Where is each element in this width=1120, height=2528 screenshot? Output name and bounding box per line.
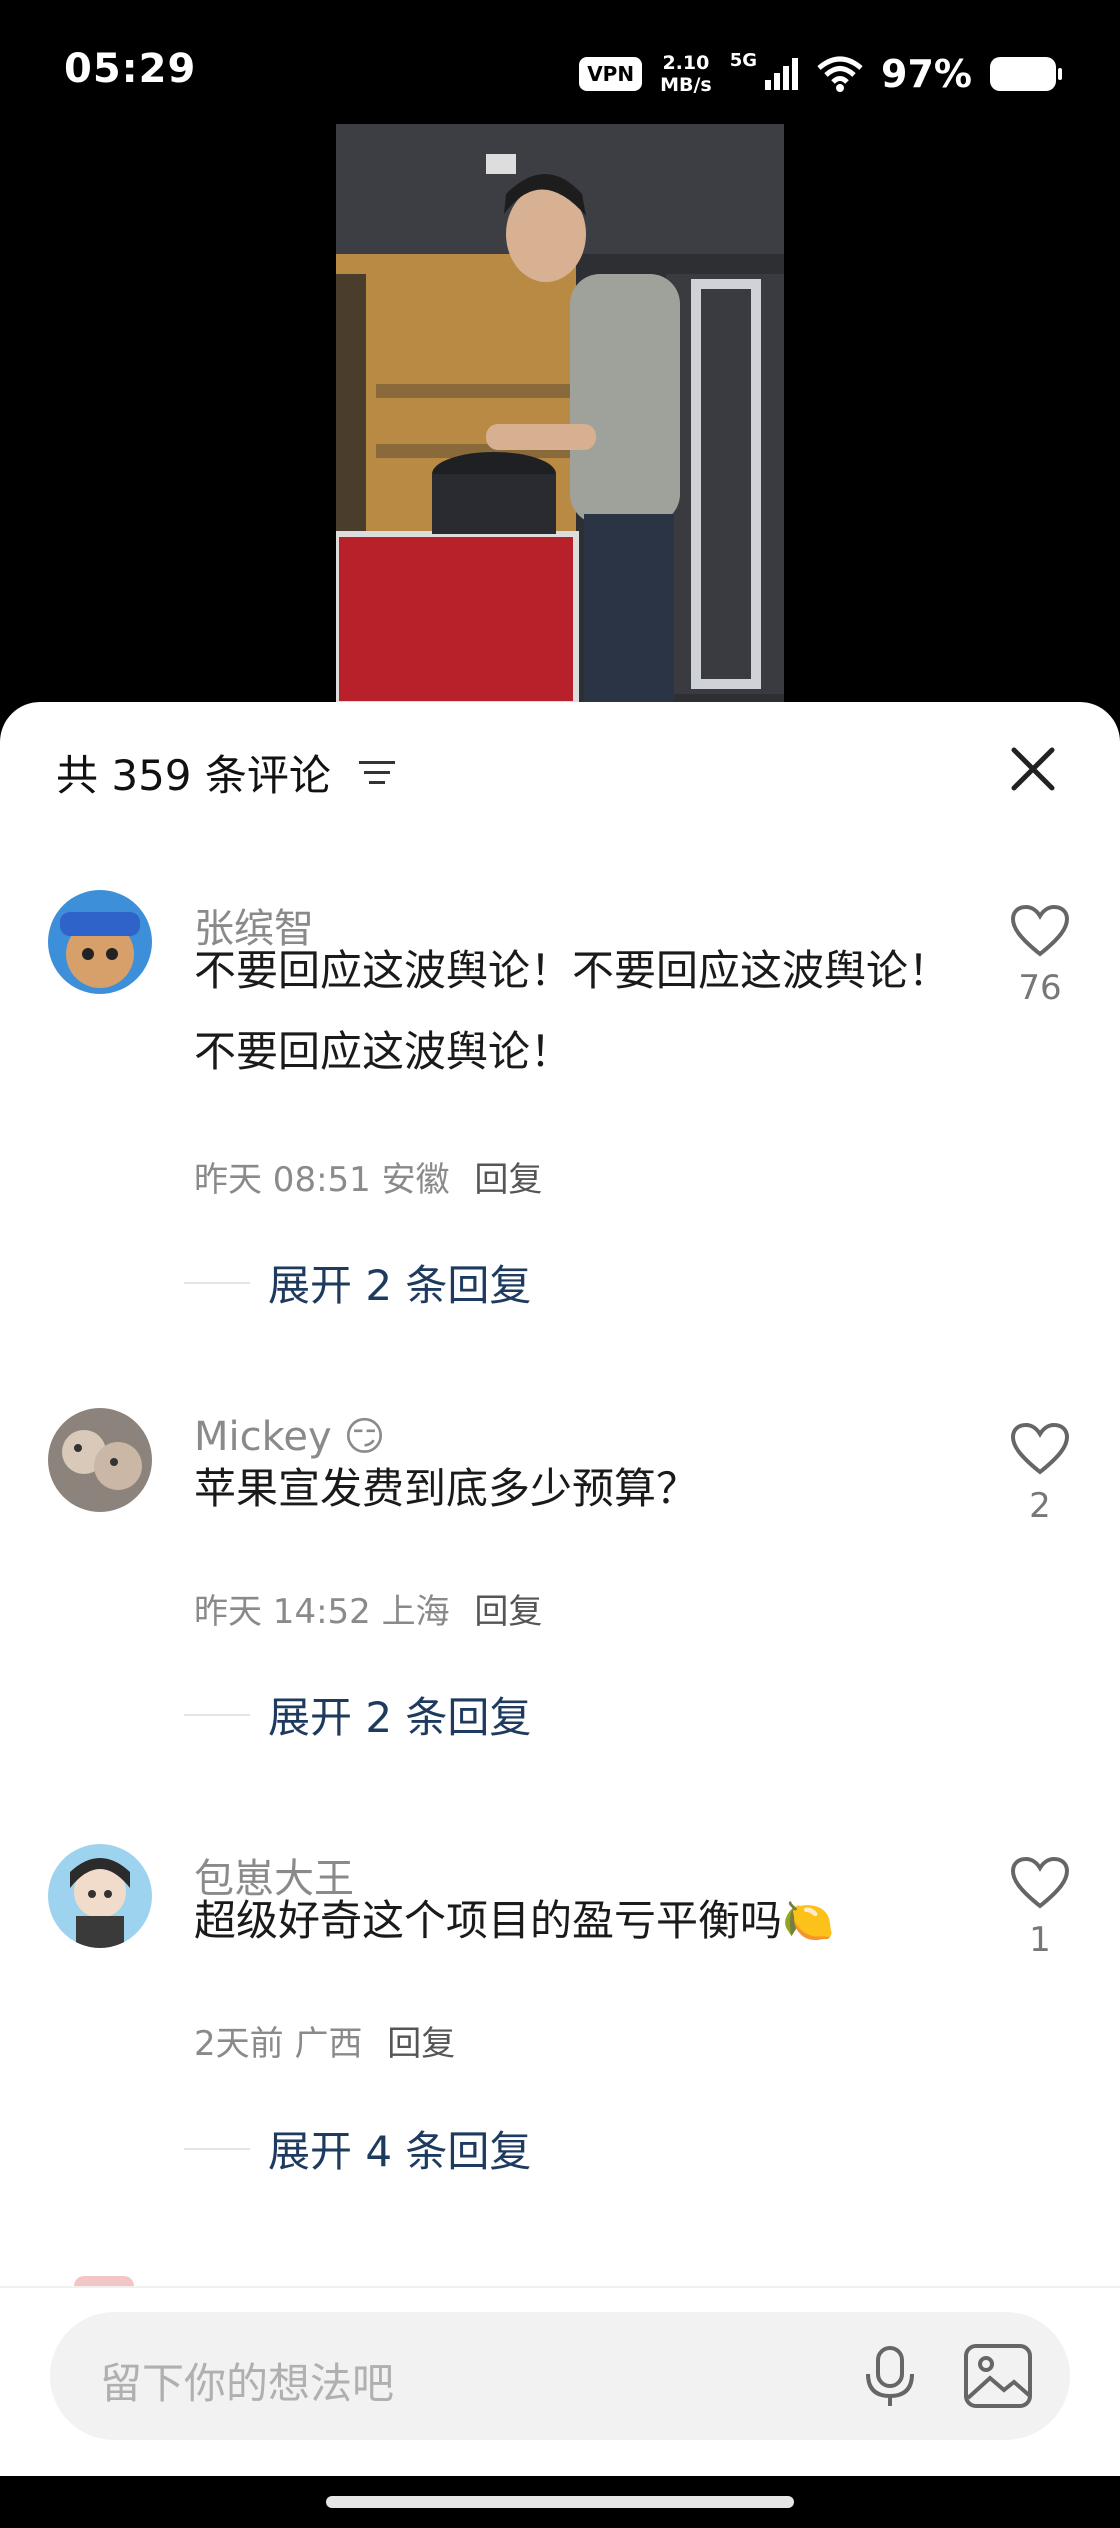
avatar[interactable] [48,1844,152,1948]
comment-location: 上海 [381,1592,450,1632]
comment-time: 昨天 14:52 [194,1592,371,1632]
comment-time: 昨天 08:51 [194,1160,371,1200]
lemon-emoji-icon: 🍋 [782,1896,835,1945]
comment-input-placeholder: 留下你的想法吧 [100,2359,395,2408]
home-indicator[interactable] [326,2496,794,2508]
wifi-icon [817,56,863,92]
expand-replies-button[interactable]: 展开 4 条回复 [184,2118,531,2179]
comment-meta: 昨天 08:51 安徽 回复 [194,1152,542,1201]
expand-replies-label: 展开 2 条回复 [268,1693,532,1742]
network-type: 5G [729,49,758,71]
expand-replies-label: 展开 4 条回复 [268,2127,532,2176]
comment-text: 苹果宣发费到底多少预算？ [194,1464,699,1513]
comment-input[interactable]: 留下你的想法吧 [50,2312,1070,2440]
divider-line [184,2147,250,2150]
like-count: 2 [1029,1486,1051,1526]
like-count: 1 [1029,1920,1051,1960]
battery-icon [990,57,1062,91]
status-time: 05:29 [64,46,197,92]
avatar[interactable] [48,1408,152,1512]
comment-text: 超级好奇这个项目的盈亏平衡吗🍋 [194,1880,954,1961]
microphone-icon[interactable] [856,2342,924,2410]
expand-replies-label: 展开 2 条回复 [268,1261,532,1310]
vpn-badge: VPN [579,57,643,91]
video-frame-image [336,124,784,704]
like-button[interactable]: 2 [1004,1422,1076,1526]
heart-icon [1010,1422,1070,1475]
filter-icon[interactable] [357,753,397,793]
next-comment-avatar [74,2276,134,2286]
comment-text-body: 超级好奇这个项目的盈亏平衡吗 [194,1896,783,1945]
video-player[interactable] [336,124,784,704]
status-bar: 05:29 VPN 2.10 MB/s 5G 97% [0,0,1120,120]
like-count: 76 [1018,968,1062,1008]
signal-icon [765,58,799,90]
divider-line [184,1281,250,1284]
comment-location: 广西 [294,2024,363,2064]
expand-replies-button[interactable]: 展开 2 条回复 [184,1252,531,1313]
navigation-bar [0,2476,1120,2528]
reply-button[interactable]: 回复 [387,2024,455,2064]
status-icons: VPN 2.10 MB/s 5G 97% [579,48,1062,100]
comment-text: 不要回应这波舆论！不要回应这波舆论！不要回应这波舆论！ [194,946,951,1076]
image-icon[interactable] [962,2342,1034,2410]
comments-header: 共 359 条评论 [56,742,397,803]
speed-value: 2.10 [662,52,710,74]
heart-icon [1010,1856,1070,1909]
heart-icon [1010,904,1070,957]
speed-unit: MB/s [660,74,712,96]
comment-time: 2天前 [194,2024,284,2064]
close-icon[interactable] [1006,742,1060,796]
network-speed: 2.10 MB/s [660,52,712,96]
comments-sheet: 共 359 条评论 张缤智 不要回应这波舆论！不要回应这波舆论！不要回应这波舆论… [0,702,1120,2528]
battery-percent: 97% [881,52,972,96]
like-button[interactable]: 76 [1004,904,1076,1008]
expand-replies-button[interactable]: 展开 2 条回复 [184,1684,531,1745]
avatar[interactable] [48,890,152,994]
comment-meta: 昨天 14:52 上海 回复 [194,1584,542,1633]
reply-button[interactable]: 回复 [474,1592,542,1632]
reply-button[interactable]: 回复 [474,1160,542,1200]
divider-line [184,1713,250,1716]
like-button[interactable]: 1 [1004,1856,1076,1960]
comment-meta: 2天前 广西 回复 [194,2016,455,2065]
comment-location: 安徽 [381,1160,450,1200]
comment-input-bar: 留下你的想法吧 [0,2286,1120,2478]
comments-count-title: 共 359 条评论 [56,751,331,800]
